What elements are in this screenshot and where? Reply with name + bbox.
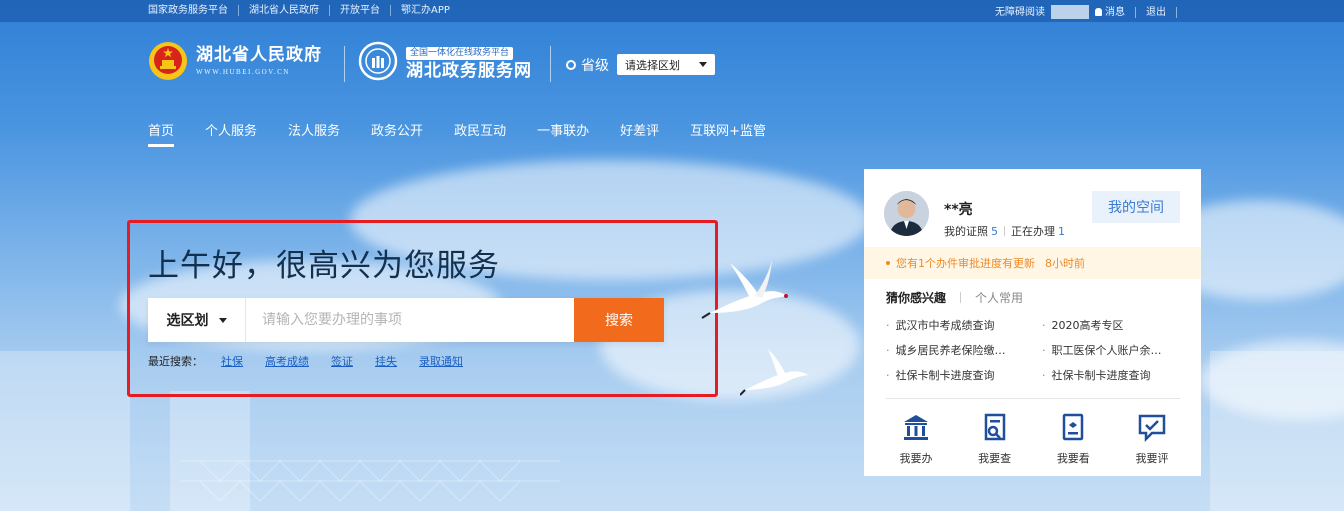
progress-notice[interactable]: 您有1个办件审批进度有更新 8小时前: [864, 247, 1201, 279]
action-query[interactable]: 我要查: [965, 412, 1025, 466]
list-item[interactable]: 武汉市中考成绩查询: [886, 317, 1042, 333]
action-view[interactable]: 我要看: [1043, 412, 1103, 466]
chevron-down-icon: [699, 62, 707, 67]
notice-time: 8小时前: [1045, 255, 1085, 271]
service-platform-icon: [358, 40, 398, 82]
hubei-service-logo[interactable]: 全国一体化在线政务平台 湖北政务服务网: [358, 40, 532, 82]
notice-text: 您有1个办件审批进度有更新: [896, 255, 1035, 271]
recommend-list: 武汉市中考成绩查询 2020高考专区 城乡居民养老保险缴… 职工医保个人账户余……: [886, 317, 1186, 383]
bank-icon: [901, 412, 931, 442]
link-national-platform[interactable]: 国家政务服务平台: [148, 5, 238, 16]
divider: [1004, 226, 1005, 236]
list-item[interactable]: 社保卡制卡进度查询: [886, 367, 1042, 383]
nav-personal-service[interactable]: 个人服务: [205, 120, 257, 147]
list-item[interactable]: 社保卡制卡进度查询: [1042, 367, 1186, 383]
chevron-down-icon: [219, 318, 227, 323]
greeting-title: 上午好，很高兴为您服务: [148, 240, 500, 285]
nav-one-stop[interactable]: 一事联办: [537, 120, 589, 147]
nav-supervision[interactable]: 互联网+监管: [690, 120, 766, 147]
list-item[interactable]: 职工医保个人账户余…: [1042, 342, 1186, 358]
level-label: 省级: [581, 55, 609, 75]
messages-label: 消息: [1105, 7, 1125, 18]
search-bar: 选区划 搜索: [148, 298, 664, 342]
divider: [550, 46, 551, 82]
link-hubei-gov[interactable]: 湖北省人民政府: [238, 5, 329, 16]
recent-link[interactable]: 高考成绩: [265, 353, 309, 369]
main-nav: 首页 个人服务 法人服务 政务公开 政民互动 一事联办 好差评 互联网+监管: [148, 120, 797, 147]
certs-label: 我的证照: [944, 225, 988, 238]
action-handle[interactable]: 我要办: [886, 412, 946, 466]
divider: [960, 292, 961, 303]
notice-dot-icon: [886, 261, 890, 265]
processing-link[interactable]: 正在办理1: [1011, 223, 1065, 239]
quick-actions: 我要办 我要查 我要看 我要评: [886, 412, 1182, 466]
platform-badge: 全国一体化在线政务平台: [406, 47, 513, 60]
action-handle-label: 我要办: [900, 450, 933, 466]
user-avatar-icon: [884, 191, 929, 236]
divider: [344, 46, 345, 82]
region-select[interactable]: 请选择区划: [617, 54, 715, 75]
list-item[interactable]: 2020高考专区: [1042, 317, 1186, 333]
nav-corporate-service[interactable]: 法人服务: [288, 120, 340, 147]
divider: [1176, 7, 1177, 18]
list-item[interactable]: 城乡居民养老保险缴…: [886, 342, 1042, 358]
link-ehuiban-app[interactable]: 鄂汇办APP: [390, 5, 460, 16]
action-query-label: 我要查: [978, 450, 1011, 466]
recent-label: 最近搜索：: [148, 353, 203, 369]
logout-link[interactable]: 退出: [1146, 7, 1166, 18]
certs-count: 5: [991, 225, 998, 238]
platform-name: 湖北政务服务网: [406, 60, 532, 82]
region-select-value: 请选择区划: [625, 57, 680, 73]
processing-count: 1: [1058, 225, 1065, 238]
recommend-tabs: 猜你感兴趣 个人常用: [886, 289, 1023, 306]
recent-searches: 最近搜索： 社保 高考成绩 签证 挂失 录取通知: [148, 353, 485, 369]
action-rate-label: 我要评: [1135, 450, 1168, 466]
my-space-button[interactable]: 我的空间: [1092, 191, 1180, 223]
tab-common[interactable]: 个人常用: [975, 289, 1023, 306]
recent-link[interactable]: 录取通知: [419, 353, 463, 369]
divider: [886, 398, 1180, 399]
tab-interest[interactable]: 猜你感兴趣: [886, 289, 946, 306]
recent-link[interactable]: 社保: [221, 353, 243, 369]
search-region-label: 选区划: [167, 310, 209, 330]
accessible-reading-link[interactable]: 无障碍阅读: [995, 7, 1045, 18]
user-stats: 我的证照5 正在办理1: [944, 223, 1065, 239]
gov-url: WWW.HUBEI.GOV.CN: [196, 66, 322, 78]
top-utility-bar: 国家政务服务平台 湖北省人民政府 开放平台 鄂汇办APP 无障碍阅读 消息 退出: [0, 0, 1344, 22]
location-selector: 省级 请选择区划: [566, 54, 715, 75]
nav-home[interactable]: 首页: [148, 120, 174, 147]
nav-gov-affairs[interactable]: 政务公开: [371, 120, 423, 147]
action-rate[interactable]: 我要评: [1122, 412, 1182, 466]
user-name: **亮: [944, 199, 973, 219]
national-emblem-icon: [148, 40, 188, 82]
tablet-icon: [1058, 412, 1088, 442]
comment-icon: [1137, 412, 1167, 442]
accessible-toggle[interactable]: [1051, 5, 1089, 19]
user-card: **亮 我的证照5 正在办理1 我的空间 您有1个办件审批进度有更新 8小时前 …: [864, 169, 1201, 476]
hubei-gov-logo[interactable]: 湖北省人民政府 WWW.HUBEI.GOV.CN: [148, 40, 322, 82]
bell-icon: [1095, 8, 1102, 16]
document-search-icon: [980, 412, 1010, 442]
divider: [1135, 7, 1136, 18]
nav-rating[interactable]: 好差评: [620, 120, 659, 147]
avatar[interactable]: [884, 191, 929, 236]
action-view-label: 我要看: [1057, 450, 1090, 466]
search-button[interactable]: 搜索: [574, 298, 664, 342]
crane-icon: [740, 345, 810, 397]
crane-icon: [700, 258, 790, 328]
processing-label: 正在办理: [1011, 225, 1055, 238]
gov-name: 湖北省人民政府: [196, 44, 322, 66]
messages-link[interactable]: 消息: [1095, 7, 1125, 18]
search-input[interactable]: [246, 298, 574, 342]
certs-link[interactable]: 我的证照5: [944, 223, 998, 239]
recent-link[interactable]: 挂失: [375, 353, 397, 369]
search-region-select[interactable]: 选区划: [148, 298, 246, 342]
nav-interaction[interactable]: 政民互动: [454, 120, 506, 147]
recent-link[interactable]: 签证: [331, 353, 353, 369]
location-pin-icon: [566, 60, 576, 70]
link-open-platform[interactable]: 开放平台: [329, 5, 390, 16]
